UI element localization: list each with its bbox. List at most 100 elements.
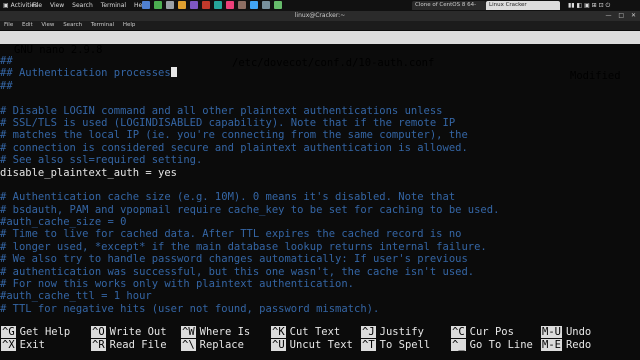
editor-line-text: ## [0, 79, 13, 92]
editor-line-text: # Disable LOGIN command and all other pl… [0, 104, 443, 117]
term-menu-search[interactable]: Search [63, 22, 82, 28]
editor-line: #auth_cache_size = 0 [0, 216, 640, 228]
editor-line-text: #auth_cache_size = 0 [0, 216, 127, 229]
shortcut-label: Go To Line [469, 339, 533, 351]
launcher-app-icon[interactable] [226, 1, 234, 9]
shortcut-key: ^C [451, 326, 466, 338]
shortcut-label: Write Out [109, 326, 167, 338]
vm-tab-centos-clone[interactable]: Clone of CentOS 8 64-bit [412, 1, 486, 17]
minimize-icon[interactable]: — [605, 12, 611, 19]
editor-line-text: #auth_cache_ttl = 1 hour [0, 290, 152, 303]
app-menu-search[interactable]: Search [72, 2, 93, 9]
shortcut-label: Read File [109, 339, 167, 351]
term-menu-edit[interactable]: Edit [22, 22, 33, 28]
shortcut-item[interactable]: ^U Uncut Text [271, 339, 353, 351]
term-menu-terminal[interactable]: Terminal [91, 22, 114, 28]
editor-line: ## Authentication processes [0, 67, 640, 79]
shortcut-label: Get Help [19, 326, 71, 338]
shortcut-key: M-U [541, 326, 562, 338]
shortcut-key: ^O [91, 326, 106, 338]
launcher-app-icon[interactable] [214, 1, 222, 9]
shortcut-label: Where Is [199, 326, 251, 338]
shortcut-item[interactable]: ^R Read File [91, 339, 167, 351]
editor-line-text: # longer used, *except* if the main data… [0, 240, 487, 253]
editor-line-text: # bsdauth, PAM and vpopmail require cach… [0, 203, 500, 216]
app-menu: File View Search Terminal Help [32, 0, 154, 11]
shortcut-item[interactable]: ^O Write Out [91, 326, 167, 338]
close-icon[interactable]: ✕ [631, 12, 636, 19]
editor-line: # authentication was successful, but thi… [0, 266, 640, 278]
editor-line: #auth_cache_ttl = 1 hour [0, 290, 640, 302]
shortcut-key: ^J [361, 326, 376, 338]
editor-line-text: # Time to live for cached data. After TT… [0, 228, 462, 241]
shortcut-key: ^U [271, 339, 286, 351]
shortcut-item[interactable]: M-U Undo [541, 326, 591, 338]
shortcut-label: Replace [199, 339, 244, 351]
system-top-bar: Activities File View Search Terminal Hel… [0, 0, 640, 17]
text-cursor [170, 67, 177, 78]
term-menu-file[interactable]: File [4, 22, 13, 28]
launcher-app-icon[interactable] [202, 1, 210, 9]
shortcut-item[interactable]: ^X Exit [1, 339, 45, 351]
editor-line: # bsdauth, PAM and vpopmail require cach… [0, 204, 640, 216]
shortcut-label: Redo [565, 339, 592, 351]
shortcut-key: ^_ [451, 339, 466, 351]
shortcut-key: ^G [1, 326, 16, 338]
shortcut-item[interactable]: ^_ Go To Line [451, 339, 533, 351]
app-menu-view[interactable]: View [50, 2, 64, 9]
launcher-app-icon[interactable] [274, 1, 282, 9]
shortcut-key: ^W [181, 326, 196, 338]
shortcut-item[interactable]: ^C Cur Pos [451, 326, 514, 338]
shortcut-key: ^R [91, 339, 106, 351]
shortcut-key: ^K [271, 326, 286, 338]
shortcut-item[interactable]: ^G Get Help [1, 326, 70, 338]
editor-line: # SSL/TLS is used (LOGINDISABLED capabil… [0, 117, 640, 129]
launcher-app-icon[interactable] [250, 1, 258, 9]
editor-line-text: # authentication was successful, but thi… [0, 265, 475, 278]
editor-line-text: ## [0, 55, 13, 67]
shortcut-item[interactable]: ^\ Replace [181, 339, 244, 351]
shortcut-item[interactable]: ^W Where Is [181, 326, 250, 338]
editor-line: # Time to live for cached data. After TT… [0, 228, 640, 240]
shortcut-key: M-E [541, 339, 562, 351]
editor-line-text: # TTL for negative hits (user not found,… [0, 302, 380, 315]
editor-line: # TTL for negative hits (user not found,… [0, 303, 640, 315]
shortcut-label: Justify [379, 326, 424, 338]
launcher-app-icon[interactable] [166, 1, 174, 9]
editor-line: # For now this works only with plaintext… [0, 278, 640, 290]
editor-line: # Disable LOGIN command and all other pl… [0, 105, 640, 117]
launcher-app-icon[interactable] [190, 1, 198, 9]
terminal-menu-bar: File Edit View Search Terminal Help [0, 21, 640, 30]
launcher-app-icon[interactable] [142, 1, 150, 9]
launcher-app-icon[interactable] [154, 1, 162, 9]
shortcut-item[interactable]: ^K Cut Text [271, 326, 340, 338]
term-menu-help[interactable]: Help [123, 22, 136, 28]
shortcut-key: ^X [1, 339, 16, 351]
editor-line-text: # SSL/TLS is used (LOGINDISABLED capabil… [0, 116, 456, 129]
launcher-app-icon[interactable] [178, 1, 186, 9]
editor-line-text: # Authentication cache size (e.g. 10M). … [0, 191, 456, 204]
app-menu-terminal[interactable]: Terminal [101, 2, 126, 9]
shortcut-label: Cut Text [289, 326, 341, 338]
system-tray-icons[interactable]: ▮▮ ◧ ▣ ⊞ ⊡ ⏻ [568, 0, 610, 11]
term-menu-view[interactable]: View [41, 22, 54, 28]
editor-line: # Authentication cache size (e.g. 10M). … [0, 191, 640, 203]
editor-line-text: # We also try to handle password changes… [0, 253, 468, 266]
launcher-app-icon[interactable] [262, 1, 270, 9]
launcher-app-icon[interactable] [238, 1, 246, 9]
vm-tab-linux-cracker[interactable]: Linux Cracker [486, 1, 560, 10]
shortcut-item[interactable]: ^J Justify [361, 326, 424, 338]
editor-text-area[interactable]: ## ## Authentication processes ## # Disable… [0, 55, 640, 315]
editor-line-text: # connection is considered secure and pl… [0, 141, 468, 154]
editor-line: disable_plaintext_auth = yes [0, 167, 640, 179]
shortcut-item[interactable]: M-E Redo [541, 339, 591, 351]
window-title: linux@Cracker:~ [294, 12, 346, 19]
app-menu-file[interactable]: File [32, 2, 42, 9]
maximize-icon[interactable]: □ [618, 12, 624, 19]
editor-line: # matches the local IP (ie. you're conne… [0, 129, 640, 141]
editor-line: # longer used, *except* if the main data… [0, 241, 640, 253]
terminal-title-bar: linux@Cracker:~ — □ ✕ [0, 11, 640, 21]
shortcut-item[interactable]: ^T To Spell [361, 339, 430, 351]
